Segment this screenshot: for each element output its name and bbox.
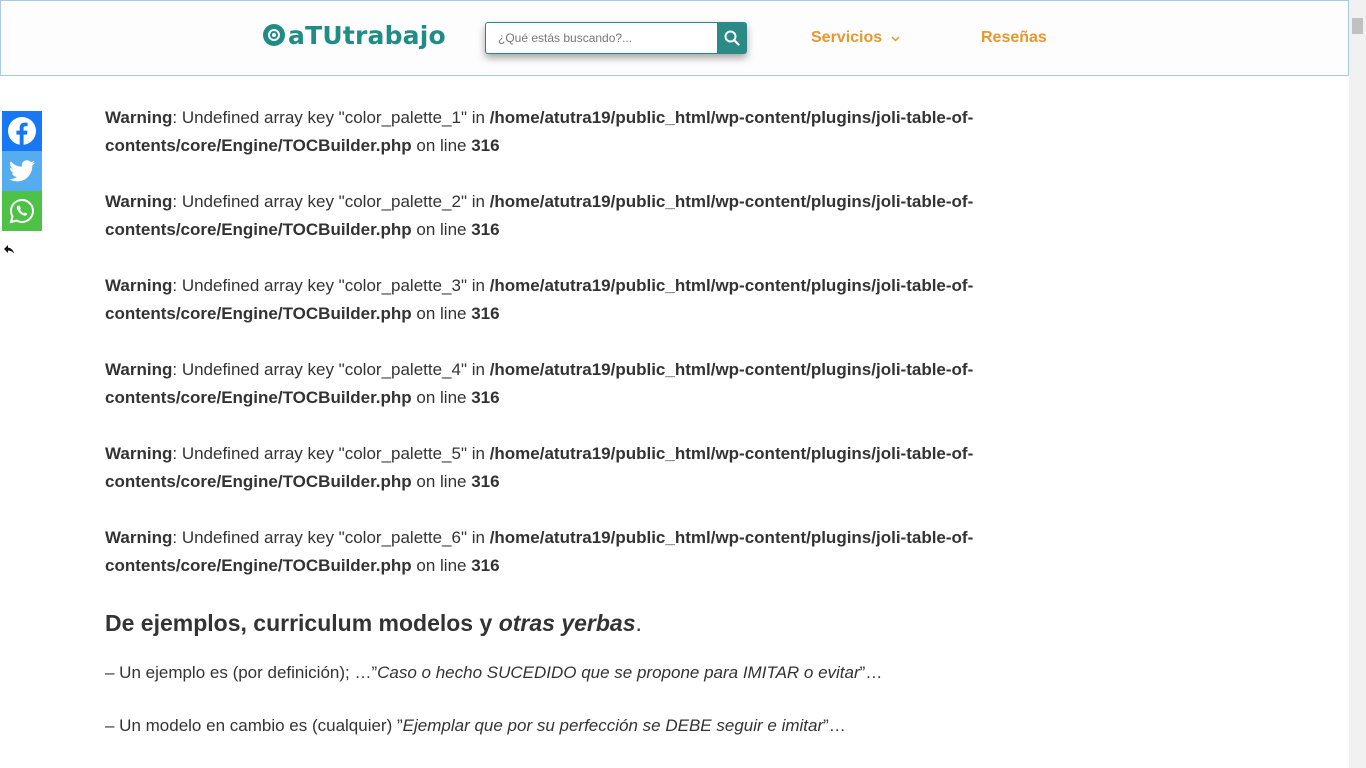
- warning-label: Warning: [105, 108, 173, 127]
- nav-servicios-label: Servicios: [811, 29, 883, 46]
- paragraph-text: – Un ejemplo es (por definición); …”: [105, 663, 378, 682]
- php-warning-3: Warning: Undefined array key "color_pale…: [105, 272, 1065, 328]
- warning-message: : Undefined array key "color_palette_1" …: [172, 108, 490, 127]
- article-paragraph-1: – Un ejemplo es (por definición); …”Caso…: [105, 660, 1065, 686]
- warning-message: : Undefined array key "color_palette_2" …: [172, 192, 490, 211]
- article-paragraph-2: – Un modelo en cambio es (cualquier) ”Ej…: [105, 713, 1065, 739]
- warning-message: : Undefined array key "color_palette_3" …: [172, 276, 490, 295]
- warning-label: Warning: [105, 192, 173, 211]
- twitter-icon: [9, 160, 35, 182]
- nav-servicios[interactable]: Servicios: [811, 29, 900, 47]
- whatsapp-share-button[interactable]: [2, 191, 42, 231]
- warning-line-number: 316: [471, 304, 500, 323]
- logo-text: aTUtrabajo: [288, 20, 446, 50]
- paragraph-italic: Caso o hecho SUCEDIDO que se propone par…: [377, 663, 860, 682]
- php-warning-6: Warning: Undefined array key "color_pale…: [105, 524, 1065, 580]
- whatsapp-icon: [9, 198, 34, 224]
- heading-text: De ejemplos, curriculum modelos y: [105, 610, 499, 636]
- warning-message: : Undefined array key "color_palette_5" …: [172, 444, 490, 463]
- nav-resenas[interactable]: Reseñas: [981, 29, 1047, 47]
- warning-online: on line: [411, 472, 472, 491]
- main-content: Warning: Undefined array key "color_pale…: [105, 104, 1065, 739]
- warning-line-number: 316: [471, 472, 500, 491]
- search-icon: [724, 30, 740, 46]
- site-logo[interactable]: aTUtrabajo: [263, 17, 446, 53]
- facebook-icon: [8, 117, 36, 145]
- warning-label: Warning: [105, 360, 173, 379]
- article-heading: De ejemplos, curriculum modelos y otras …: [105, 608, 1065, 638]
- warning-online: on line: [411, 388, 472, 407]
- warning-online: on line: [411, 304, 472, 323]
- page-scrollbar[interactable]: [1349, 0, 1366, 768]
- php-warning-5: Warning: Undefined array key "color_pale…: [105, 440, 1065, 496]
- warning-label: Warning: [105, 276, 173, 295]
- twitter-share-button[interactable]: [2, 151, 42, 191]
- search-input[interactable]: [485, 22, 717, 54]
- warning-line-number: 316: [471, 136, 500, 155]
- warning-message: : Undefined array key "color_palette_4" …: [172, 360, 490, 379]
- paragraph-italic: Ejemplar que por su perfección se DEBE s…: [402, 716, 824, 735]
- php-warning-4: Warning: Undefined array key "color_pale…: [105, 356, 1065, 412]
- paragraph-text-end: ”…: [859, 663, 883, 682]
- chevron-down-icon: [891, 36, 900, 42]
- warning-line-number: 316: [471, 388, 500, 407]
- warning-label: Warning: [105, 444, 173, 463]
- warning-online: on line: [411, 220, 472, 239]
- warning-message: : Undefined array key "color_palette_6" …: [172, 528, 490, 547]
- warning-label: Warning: [105, 528, 173, 547]
- site-header: aTUtrabajo Servicios Reseñas: [0, 0, 1349, 76]
- nav-resenas-label: Reseñas: [981, 29, 1047, 46]
- logo-icon: [263, 24, 285, 46]
- warning-line-number: 316: [471, 556, 500, 575]
- facebook-share-button[interactable]: [2, 111, 42, 151]
- heading-emphasis: otras yerbas: [498, 610, 636, 636]
- heading-period: .: [635, 610, 642, 636]
- paragraph-text: – Un modelo en cambio es (cualquier) ”: [105, 716, 403, 735]
- search-button[interactable]: [717, 22, 747, 54]
- search-bar: [485, 22, 747, 54]
- php-warning-2: Warning: Undefined array key "color_pale…: [105, 188, 1065, 244]
- warning-online: on line: [411, 136, 472, 155]
- hide-share-icon[interactable]: [3, 243, 15, 255]
- warning-line-number: 316: [471, 220, 500, 239]
- warning-online: on line: [411, 556, 472, 575]
- social-share-bar: [2, 111, 42, 231]
- paragraph-text-end: ”…: [823, 716, 846, 735]
- php-warning-1: Warning: Undefined array key "color_pale…: [105, 104, 1065, 160]
- scrollbar-thumb[interactable]: [1352, 18, 1363, 34]
